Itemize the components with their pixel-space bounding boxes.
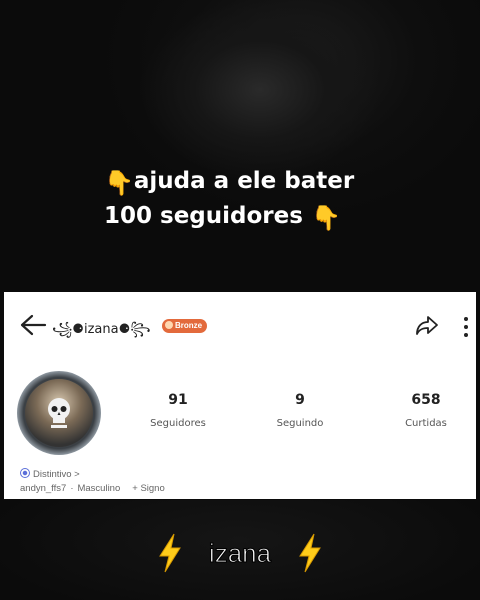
profile-handle: andyn_ffs7 <box>20 483 67 494</box>
pointing-down-hand-icon: 👇 <box>104 169 134 197</box>
profile-meta: andyn_ffs7 · Masculino + Signo <box>20 483 165 494</box>
profile-gender: Masculino <box>77 483 121 494</box>
pointing-down-hand-icon: 👇 <box>310 204 341 232</box>
bottom-caption-text: izana <box>208 537 272 568</box>
likes-label: Curtidas <box>405 418 447 429</box>
share-icon[interactable] <box>414 314 440 338</box>
profile-username: ꧁⚈izana⚈꧂ <box>52 322 151 337</box>
caption-line-1-text: ajuda a ele bater <box>133 168 355 194</box>
followers-stat[interactable]: 91 Seguidores <box>128 392 228 429</box>
profile-header: ꧁⚈izana⚈꧂ Bronze <box>4 292 476 362</box>
medal-icon <box>165 321 173 329</box>
caption-line-1: 👇ajuda a ele bater <box>104 168 354 197</box>
caption-line-2: 100 seguidores 👇 <box>104 203 341 232</box>
separator-dot: · <box>70 483 74 494</box>
skull-icon <box>48 398 70 428</box>
distintivo-link[interactable]: Distintivo > <box>20 468 80 480</box>
add-signo-button[interactable]: + Signo <box>132 483 165 494</box>
likes-stat[interactable]: 658 Curtidas <box>376 392 476 429</box>
caption-line-2-text: 100 seguidores <box>104 203 303 229</box>
badge-label: Bronze <box>175 321 203 330</box>
back-arrow-icon[interactable] <box>18 312 48 338</box>
following-stat[interactable]: 9 Seguindo <box>250 392 350 429</box>
profile-card: ꧁⚈izana⚈꧂ Bronze 91 Seguidores 9 Seguind… <box>4 292 476 499</box>
background-image <box>0 0 480 290</box>
likes-count: 658 <box>411 392 441 408</box>
bronze-badge[interactable]: Bronze <box>162 319 208 333</box>
following-count: 9 <box>295 392 305 408</box>
distintivo-label: Distintivo > <box>33 469 80 480</box>
lightning-bolt-icon <box>299 533 321 573</box>
following-label: Seguindo <box>276 418 324 429</box>
avatar-image <box>25 379 93 447</box>
lightning-bolt-icon <box>159 533 181 573</box>
followers-count: 91 <box>168 392 188 408</box>
more-options-icon[interactable] <box>462 316 470 338</box>
followers-label: Seguidores <box>150 418 206 429</box>
bottom-caption: izana <box>0 533 480 573</box>
avatar[interactable] <box>17 371 101 455</box>
badge-icon <box>20 468 30 478</box>
